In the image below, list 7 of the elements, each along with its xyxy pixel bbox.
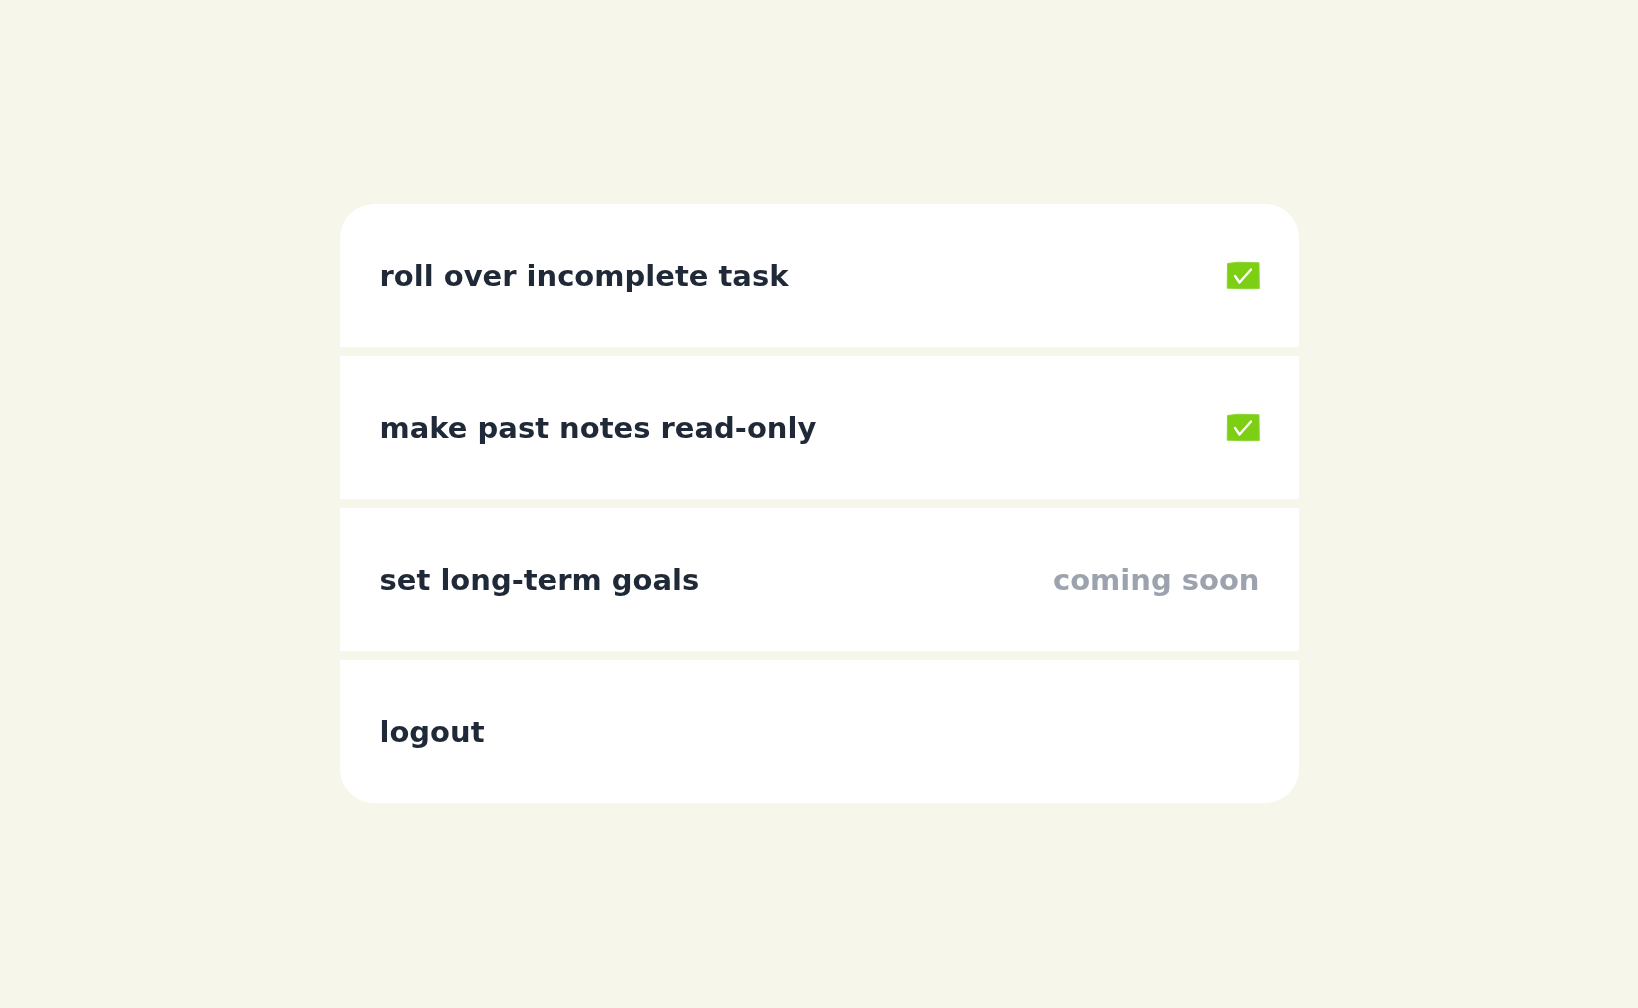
setting-label: roll over incomplete task	[379, 258, 789, 293]
checkbox[interactable]	[1225, 261, 1260, 290]
setting-label: set long-term goals	[379, 562, 700, 597]
setting-label: make past notes read-only	[379, 410, 817, 445]
status-text: coming soon	[1052, 562, 1260, 597]
logout-button[interactable]: logout	[339, 660, 1299, 803]
checkbox[interactable]	[1225, 413, 1260, 442]
